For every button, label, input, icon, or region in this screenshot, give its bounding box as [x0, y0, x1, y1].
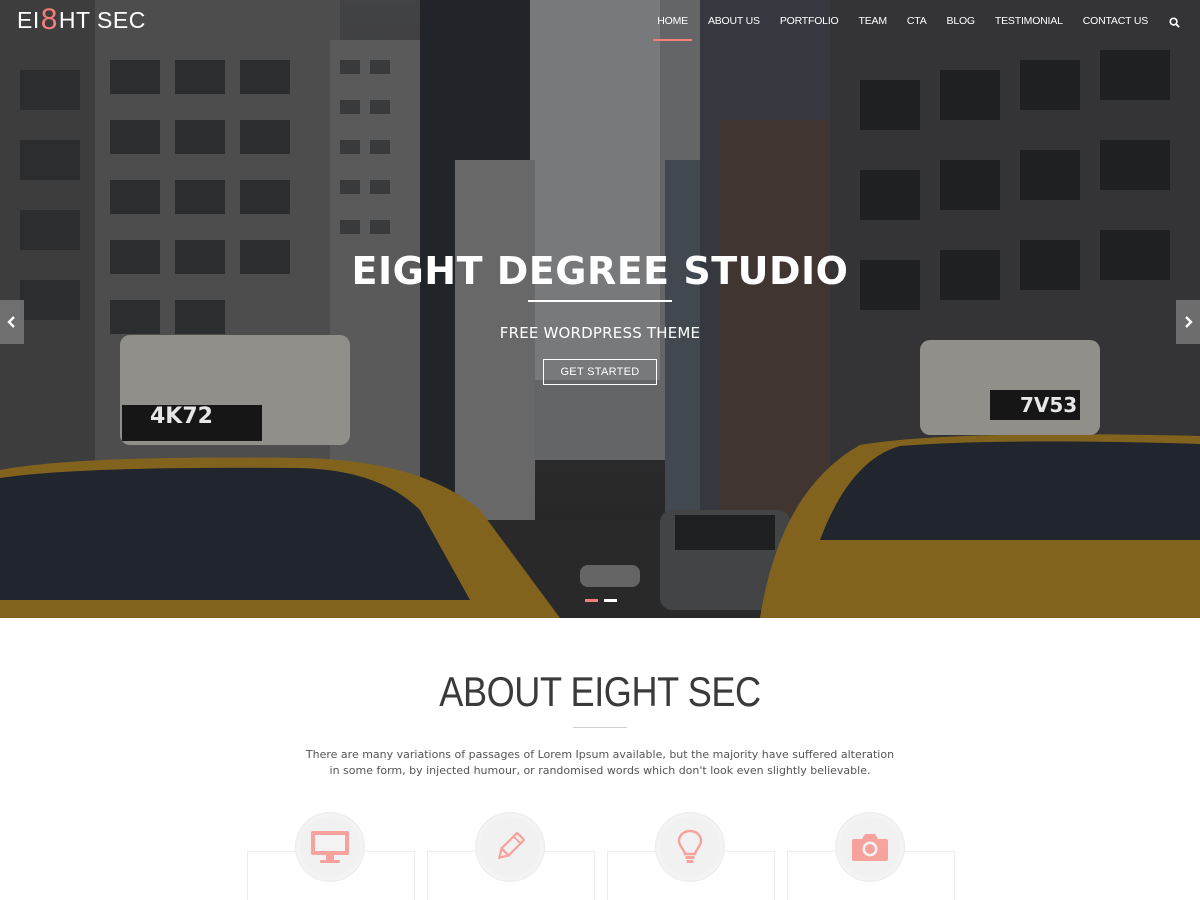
chevron-right-icon — [1185, 316, 1193, 328]
taxi-plate-right: 7V53 — [1020, 393, 1078, 417]
hero-divider — [528, 300, 672, 302]
hero-content: EIGHT DEGREE STUDIO FREE WORDPRESS THEME… — [0, 248, 1200, 385]
logo-text-end: HT SEC — [58, 6, 146, 33]
nav-item-portfolio[interactable]: PORTFOLIO — [770, 0, 849, 44]
site-header: EI 8 HT SEC HOME ABOUT US PORTFOLIO TEAM C… — [0, 0, 1200, 44]
taxi-plate-left: 4K72 — [150, 404, 213, 429]
nav-item-about-us[interactable]: ABOUT US — [698, 0, 770, 44]
search-icon[interactable] — [1162, 0, 1186, 44]
chevron-left-icon — [7, 316, 15, 328]
logo-text-start: EI — [17, 6, 40, 33]
hero-slider: 4K72 7V53 EI 8 HT SEC HOME ABOUT US PORTFO… — [0, 0, 1200, 618]
lightbulb-icon — [677, 829, 703, 863]
slider-prev-button[interactable] — [0, 300, 24, 344]
slider-next-button[interactable] — [1176, 300, 1200, 344]
feature-icon-circle-4 — [835, 812, 905, 882]
nav-item-home[interactable]: HOME — [647, 0, 698, 44]
about-divider — [573, 727, 627, 728]
about-title: ABOUT EIGHT SEC — [439, 668, 761, 715]
logo-accent-digit: 8 — [40, 3, 58, 36]
features-row — [247, 812, 957, 900]
slider-pagination — [585, 599, 617, 602]
nav-item-testimonial[interactable]: TESTIMONIAL — [985, 0, 1073, 44]
about-text: There are many variations of passages of… — [305, 748, 895, 777]
hero-title: EIGHT DEGREE STUDIO — [351, 249, 849, 293]
pencil-icon — [497, 832, 525, 860]
site-logo[interactable]: EI 8 HT SEC — [17, 5, 146, 35]
monitor-icon — [311, 831, 349, 863]
nav-item-team[interactable]: TEAM — [849, 0, 897, 44]
slider-dot-2[interactable] — [604, 599, 617, 602]
slider-dot-1[interactable] — [585, 599, 598, 602]
nav-item-contact-us[interactable]: CONTACT US — [1073, 0, 1158, 44]
main-nav: HOME ABOUT US PORTFOLIO TEAM CTA BLOG TE… — [647, 0, 1186, 44]
hero-subtitle: FREE WORDPRESS THEME — [499, 324, 701, 342]
nav-item-cta[interactable]: CTA — [897, 0, 937, 44]
about-section: ABOUT EIGHT SEC There are many variation… — [0, 618, 1200, 900]
feature-icon-circle-3 — [655, 812, 725, 882]
camera-icon — [852, 834, 888, 861]
get-started-button[interactable]: GET STARTED — [543, 359, 657, 385]
nav-item-blog[interactable]: BLOG — [937, 0, 985, 44]
feature-icon-circle-2 — [475, 812, 545, 882]
feature-icon-circle-1 — [295, 812, 365, 882]
